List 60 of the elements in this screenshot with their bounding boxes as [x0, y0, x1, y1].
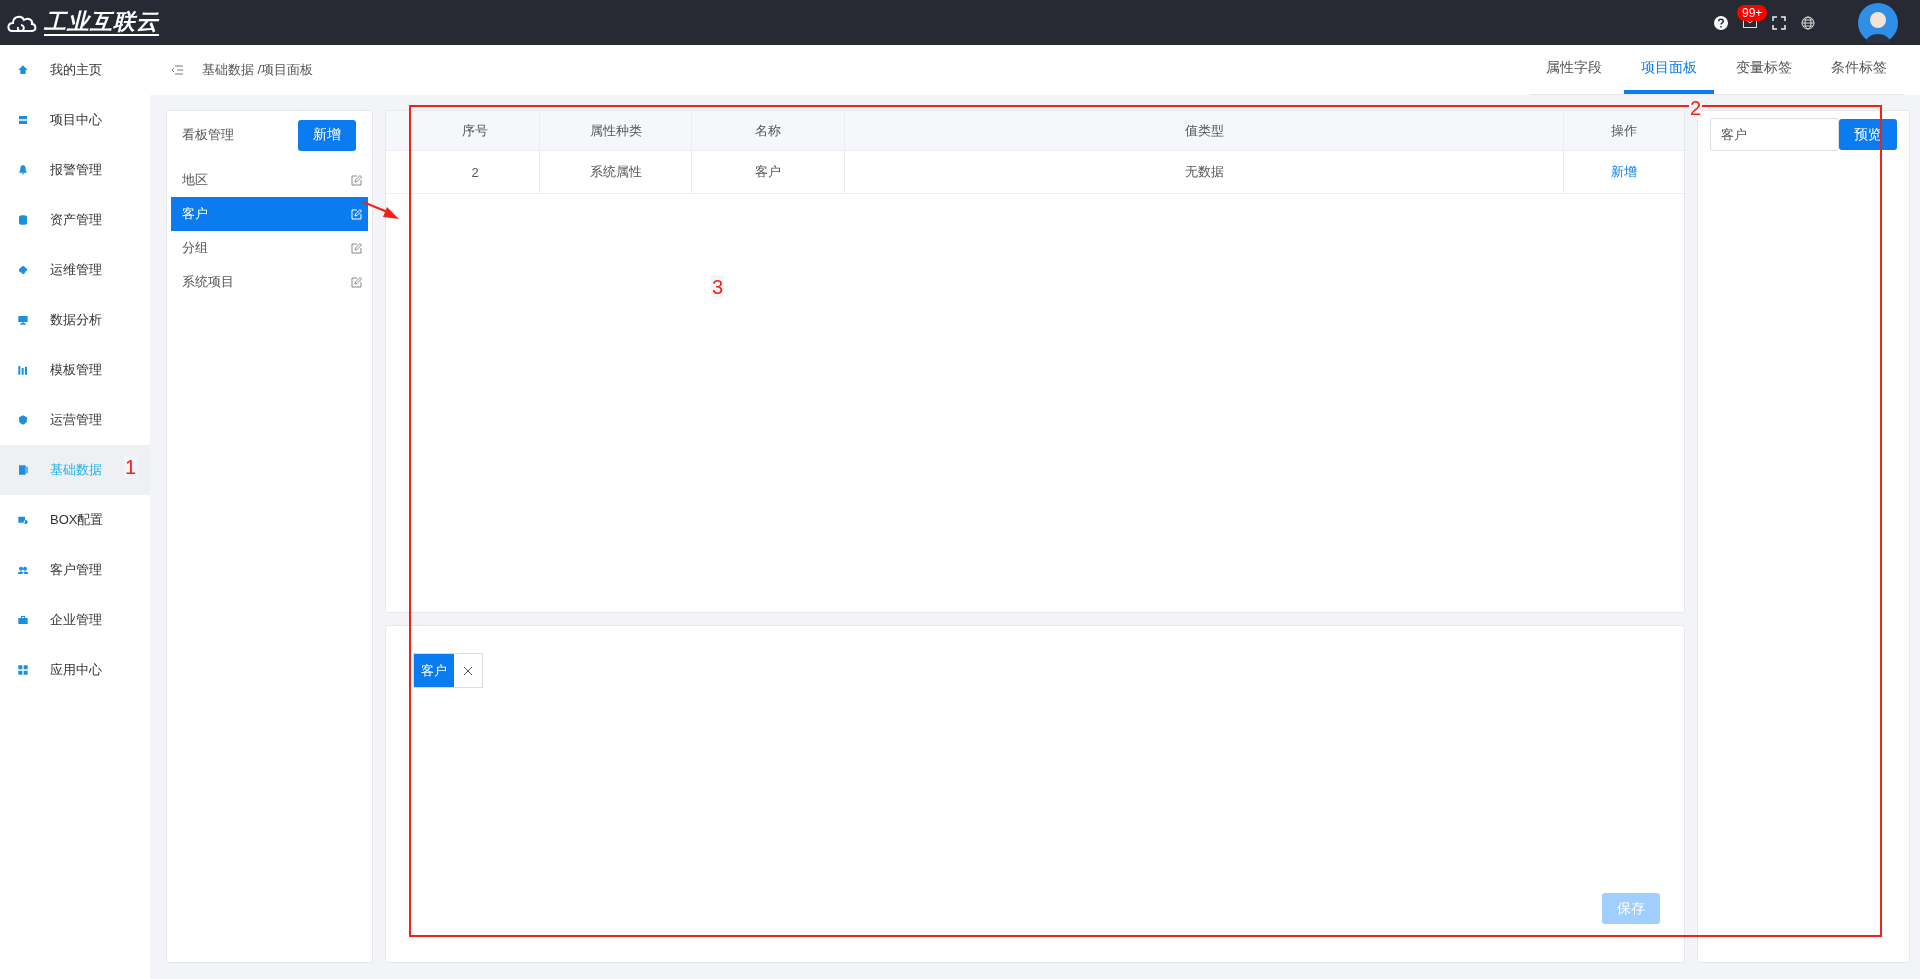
fullscreen-icon[interactable] — [1772, 15, 1786, 30]
sidebar-item[interactable]: 我的主页 — [0, 45, 150, 95]
server-icon — [17, 114, 29, 126]
table-cell: 2 — [410, 150, 540, 194]
column-header: 操作 — [1563, 111, 1684, 151]
edit-icon[interactable] — [351, 174, 362, 186]
sidebar-item[interactable]: 运营管理 — [0, 395, 150, 445]
add-button[interactable]: 新增 — [298, 119, 356, 151]
sidebar-item[interactable]: 应用中心 — [0, 645, 150, 695]
sidebar-item[interactable]: 运维管理 — [0, 245, 150, 295]
document-icon — [17, 464, 29, 476]
bell-icon — [17, 164, 29, 176]
briefcase-icon — [17, 614, 29, 626]
sidebar-item[interactable]: BOX配置 — [0, 495, 150, 545]
annotation-arrow — [362, 200, 400, 222]
annotation-number: 3 — [711, 276, 725, 298]
grid-icon — [17, 664, 29, 676]
panel-title: 看板管理 — [182, 126, 234, 144]
board-list-item[interactable]: 系统项目 — [171, 265, 368, 299]
notification-badge: 99+ — [1737, 5, 1768, 21]
sidebar-item[interactable]: 模板管理 — [0, 345, 150, 395]
annotation-number: 1 — [124, 456, 138, 478]
monitor-chart-icon — [17, 314, 29, 326]
tab[interactable]: 属性字段 — [1529, 45, 1619, 94]
edit-icon[interactable] — [351, 242, 362, 254]
breadcrumb: 基础数据 /项目面板 — [202, 61, 314, 79]
globe-icon[interactable] — [1801, 15, 1815, 30]
edit-icon[interactable] — [351, 276, 362, 288]
sidebar-item[interactable]: 数据分析 — [0, 295, 150, 345]
board-list-item[interactable]: 地区 — [171, 163, 368, 197]
tab[interactable]: 条件标签 — [1814, 45, 1904, 94]
board-list-item[interactable]: 客户 — [171, 197, 368, 231]
sidebar-item[interactable]: 报警管理 — [0, 145, 150, 195]
home-icon — [17, 64, 29, 76]
help-icon[interactable] — [1714, 15, 1728, 30]
column-header: 名称 — [691, 111, 845, 151]
board-list-item[interactable]: 分组 — [171, 231, 368, 265]
box-gear-icon — [17, 514, 29, 526]
name-input-field[interactable]: 客户 — [1710, 118, 1839, 151]
column-header: 属性种类 — [539, 111, 692, 151]
table-cell: 系统属性 — [539, 150, 692, 194]
add-link[interactable]: 新增 — [1563, 150, 1684, 194]
close-icon[interactable] — [464, 666, 472, 675]
sidebar-item[interactable]: 资产管理 — [0, 195, 150, 245]
table-cell: 客户 — [691, 150, 845, 194]
column-header: 值类型 — [844, 111, 1564, 151]
sidebar-item[interactable]: 项目中心 — [0, 95, 150, 145]
column-header: 序号 — [410, 111, 540, 151]
sidebar-item[interactable]: 客户管理 — [0, 545, 150, 595]
avatar-icon[interactable] — [1858, 2, 1898, 43]
table-cell: 无数据 — [844, 150, 1564, 194]
shield-icon — [17, 414, 29, 426]
tab[interactable]: 变量标签 — [1719, 45, 1809, 94]
sidebar-item[interactable]: 企业管理 — [0, 595, 150, 645]
bar-chart-icon — [17, 364, 29, 376]
tag-label: 客户 — [414, 654, 454, 687]
database-icon — [17, 214, 29, 226]
users-icon — [17, 564, 29, 576]
logo-text: 工业互联云 — [44, 9, 159, 36]
menu-icon[interactable] — [171, 65, 183, 75]
